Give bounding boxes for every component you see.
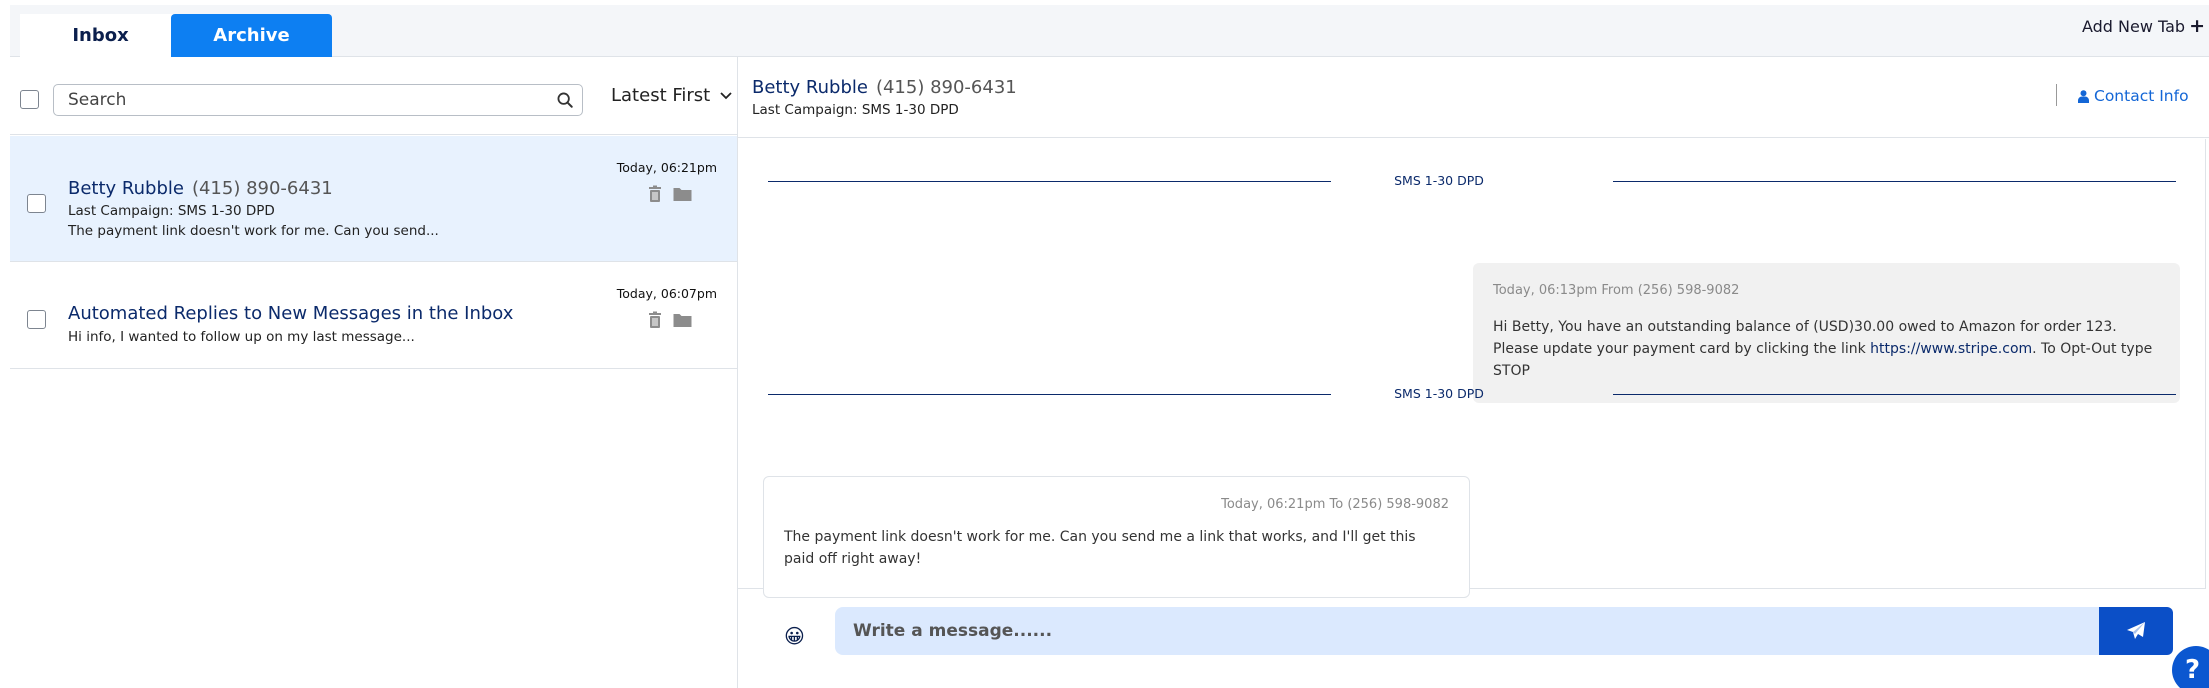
add-new-tab-button[interactable]: Add New Tab + — [2082, 15, 2205, 37]
contact-name: Betty Rubble — [752, 77, 868, 98]
header-divider — [2056, 84, 2057, 106]
tab-inbox[interactable]: Inbox — [20, 14, 181, 57]
message-meta: Today, 06:21pm To (256) 598-9082 — [1221, 497, 1449, 512]
separator-line — [1613, 181, 2176, 182]
campaign-separator: SMS 1-30 DPD — [768, 172, 2176, 192]
conversation-contact: Betty Rubble (415) 890-6431 — [752, 77, 1017, 98]
conversation-checkbox[interactable] — [27, 194, 46, 213]
last-campaign: Last Campaign: SMS 1-30 DPD — [68, 203, 275, 219]
payment-link[interactable]: https://www.stripe.com — [1870, 341, 2032, 357]
conversation-list-panel: Latest First Betty Rubble (415) 890-6431 … — [10, 57, 737, 682]
contact-phone: (415) 890-6431 — [875, 77, 1017, 98]
message-composer: 😀 — [738, 598, 2209, 688]
inbox-app: Inbox Archive Add New Tab + Latest First — [0, 0, 2209, 688]
contact-phone: (415) 890-6431 — [191, 178, 333, 199]
conversation-panel: Betty Rubble (415) 890-6431 Last Campaign… — [737, 57, 2209, 688]
sort-dropdown[interactable]: Latest First — [611, 85, 732, 106]
conversation-header: Betty Rubble (415) 890-6431 Last Campaign… — [738, 57, 2209, 138]
message-input[interactable] — [835, 607, 2102, 655]
tab-bar: Inbox Archive Add New Tab + — [10, 5, 2209, 57]
search-box — [53, 84, 583, 116]
outgoing-message: Today, 06:13pm From (256) 598-9082 Hi Be… — [1473, 263, 2180, 403]
message-preview: Hi info, I wanted to follow up on my las… — [68, 329, 415, 345]
folder-icon[interactable] — [672, 185, 693, 203]
separator-label: SMS 1-30 DPD — [1394, 386, 1484, 401]
chevron-down-icon — [720, 91, 732, 99]
message-text: Hi Betty, You have an outstanding balanc… — [1493, 316, 2160, 382]
search-icon[interactable] — [556, 91, 574, 109]
conversation-actions — [646, 311, 693, 329]
conversation-item[interactable]: Automated Replies to New Messages in the… — [10, 262, 737, 369]
list-toolbar: Latest First — [10, 57, 737, 135]
contact-info-label: Contact Info — [2094, 87, 2189, 105]
conversation-contact: Betty Rubble (415) 890-6431 — [68, 178, 333, 199]
plus-icon: + — [2189, 15, 2205, 37]
emoji-picker-button[interactable]: 😀 — [784, 624, 805, 648]
sort-label: Latest First — [611, 85, 711, 106]
separator-line — [1613, 394, 2176, 395]
message-input-wrapper — [835, 607, 2102, 655]
contact-info-button[interactable]: Contact Info — [2078, 87, 2189, 105]
separator-line — [768, 181, 1331, 182]
conversation-actions — [646, 185, 693, 203]
conversation-checkbox[interactable] — [27, 310, 46, 329]
paper-plane-icon — [2127, 622, 2145, 639]
last-campaign: Last Campaign: SMS 1-30 DPD — [752, 102, 959, 118]
conversation-time: Today, 06:07pm — [616, 286, 717, 301]
message-meta: Today, 06:13pm From (256) 598-9082 — [1493, 283, 1740, 298]
select-all-checkbox[interactable] — [20, 90, 39, 109]
separator-label: SMS 1-30 DPD — [1394, 173, 1484, 188]
search-input[interactable] — [54, 85, 524, 115]
incoming-message: Today, 06:21pm To (256) 598-9082 The pay… — [763, 476, 1470, 598]
campaign-separator: SMS 1-30 DPD — [768, 385, 2176, 405]
user-icon — [2078, 89, 2089, 103]
conversation-contact: Automated Replies to New Messages in the… — [68, 303, 514, 324]
contact-name: Betty Rubble — [68, 178, 184, 199]
message-text: The payment link doesn't work for me. Ca… — [784, 529, 1416, 567]
separator-line — [768, 394, 1331, 395]
folder-icon[interactable] — [672, 311, 693, 329]
conversation-time: Today, 06:21pm — [616, 160, 717, 175]
message-thread: SMS 1-30 DPD Today, 06:13pm From (256) 5… — [738, 139, 2206, 598]
trash-icon[interactable] — [646, 185, 664, 203]
conversation-item[interactable]: Betty Rubble (415) 890-6431 Last Campaign… — [10, 136, 737, 262]
message-preview: The payment link doesn't work for me. Ca… — [68, 223, 439, 239]
send-button[interactable] — [2099, 607, 2173, 655]
tab-archive[interactable]: Archive — [171, 14, 332, 57]
trash-icon[interactable] — [646, 311, 664, 329]
add-new-tab-label: Add New Tab — [2081, 16, 2186, 36]
